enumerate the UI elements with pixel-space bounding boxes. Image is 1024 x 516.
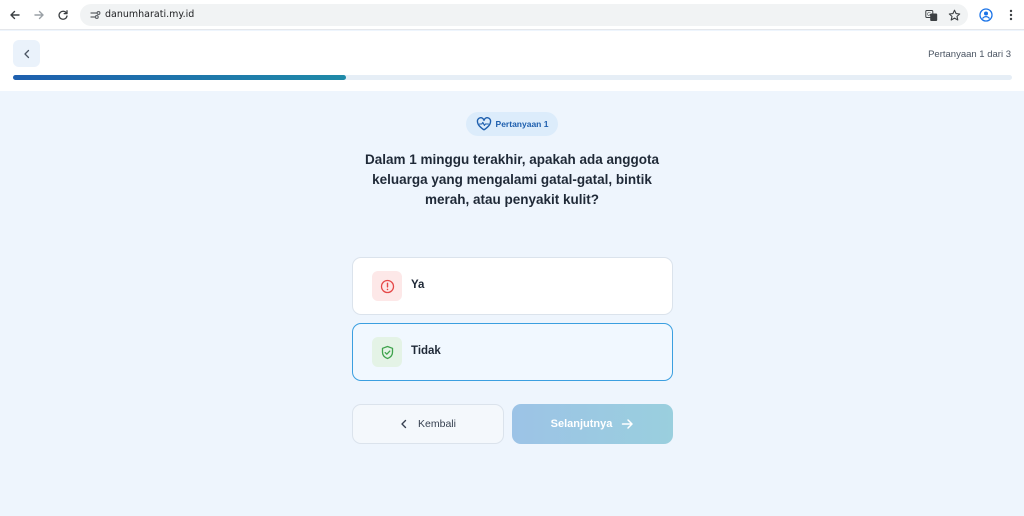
browser-forward-button[interactable] bbox=[31, 7, 47, 23]
progress-bar-fill bbox=[13, 75, 346, 80]
address-bar[interactable]: danumharati.my.id G bbox=[80, 4, 968, 26]
heart-pulse-icon bbox=[476, 117, 491, 131]
profile-avatar-icon[interactable] bbox=[978, 7, 994, 23]
app-header: Pertanyaan 1 dari 3 bbox=[0, 31, 1024, 91]
progress-bar bbox=[13, 75, 1012, 80]
site-settings-icon[interactable] bbox=[88, 7, 102, 23]
svg-text:G: G bbox=[927, 12, 931, 18]
question-text: Dalam 1 minggu terakhir, apakah ada angg… bbox=[364, 152, 660, 207]
bookmark-star-icon[interactable] bbox=[946, 7, 962, 23]
header-back-button[interactable] bbox=[13, 40, 40, 67]
arrow-right-icon bbox=[34, 10, 44, 20]
browser-back-button[interactable] bbox=[7, 7, 23, 23]
option-label: Tidak bbox=[411, 345, 441, 357]
browser-toolbar: danumharati.my.id G bbox=[0, 0, 1024, 30]
shield-check-icon bbox=[372, 337, 402, 367]
question-badge-label: Pertanyaan 1 bbox=[495, 119, 549, 129]
arrow-left-icon bbox=[10, 10, 20, 20]
chevron-left-icon bbox=[401, 419, 407, 429]
question-badge: Pertanyaan 1 bbox=[466, 112, 558, 136]
next-button-label: Selanjutnya bbox=[550, 418, 613, 430]
browser-reload-button[interactable] bbox=[55, 7, 71, 23]
next-button[interactable]: Selanjutnya bbox=[512, 404, 673, 444]
back-button-label: Kembali bbox=[418, 418, 456, 430]
browser-menu-icon[interactable] bbox=[1003, 7, 1019, 23]
translate-icon[interactable]: G bbox=[923, 7, 939, 23]
question-counter: Pertanyaan 1 dari 3 bbox=[928, 49, 1011, 60]
arrow-right-icon bbox=[622, 419, 634, 429]
chevron-left-icon bbox=[23, 49, 29, 58]
url-text: danumharati.my.id bbox=[105, 9, 195, 20]
option-label: Ya bbox=[411, 279, 425, 291]
alert-circle-icon bbox=[372, 271, 402, 301]
option-tidak[interactable]: Tidak bbox=[352, 323, 673, 381]
back-button[interactable]: Kembali bbox=[352, 404, 504, 444]
reload-icon bbox=[58, 10, 68, 20]
option-ya[interactable]: Ya bbox=[352, 257, 673, 315]
